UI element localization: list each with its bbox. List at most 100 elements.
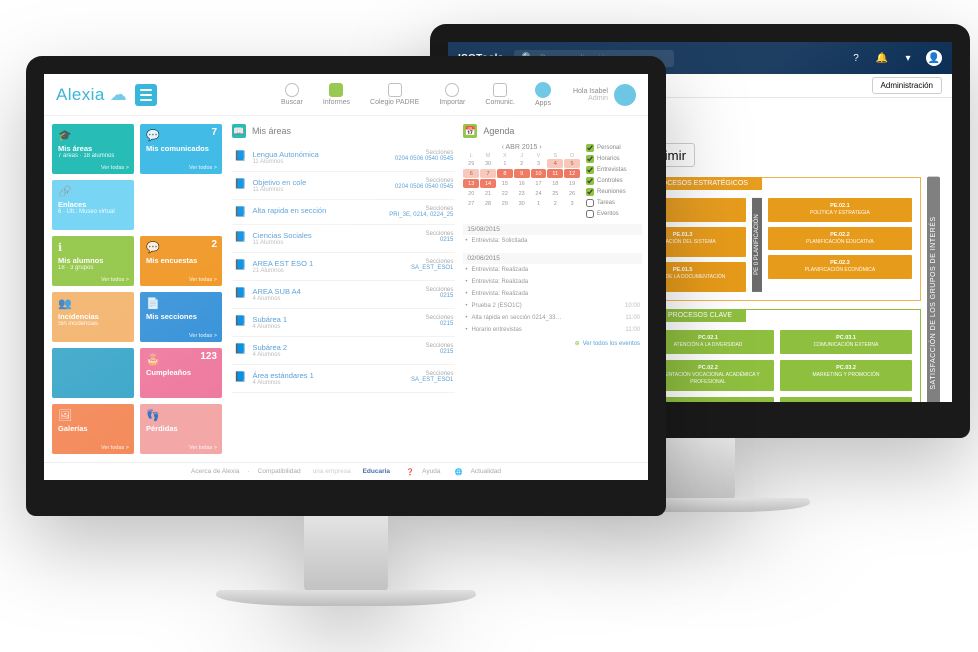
agenda-item[interactable]: •Prueba 2 (ESO1C)10:00 — [463, 300, 642, 312]
calendar-day[interactable]: 21 — [480, 189, 496, 198]
footer-compat[interactable]: Compatibilidad — [258, 468, 301, 475]
calendar-day[interactable]: 9 — [514, 169, 530, 178]
tile-mis-comunicados[interactable]: 💬Mis comunicados7Ver todos > — [140, 124, 222, 174]
tile-more-link[interactable]: Ver todos > — [189, 165, 217, 171]
calendar-day[interactable]: 2 — [547, 199, 563, 208]
area-row[interactable]: 📘Subárea 24 AlumnosSecciones0215 — [232, 337, 455, 365]
tile-more-link[interactable]: Ver todas > — [189, 277, 217, 283]
tile-more-link[interactable]: Ver todas > — [189, 333, 217, 339]
calendar-day[interactable]: 29 — [497, 199, 513, 208]
calendar-day[interactable]: 22 — [497, 189, 513, 198]
chevron-right-icon[interactable]: › — [537, 144, 541, 151]
tile-mis-áreas[interactable]: 🎓Mis áreas7 áreas · 18 alumnosVer todas … — [52, 124, 134, 174]
calendar-day[interactable]: 13 — [463, 179, 479, 188]
calendar-day[interactable]: 20 — [463, 189, 479, 198]
tile-more-link[interactable]: Ver todas > — [101, 165, 129, 171]
legend-checkbox[interactable] — [586, 188, 594, 196]
calendar-day[interactable]: 6 — [463, 169, 479, 178]
calendar-day[interactable]: 24 — [531, 189, 547, 198]
legend-entrevistas[interactable]: Entrevistas — [586, 166, 642, 174]
area-row[interactable]: 📘Área estándares 14 AlumnosSeccionesSA_E… — [232, 365, 455, 393]
calendar-day[interactable]: 2 — [514, 159, 530, 168]
area-row[interactable]: 📘Subárea 14 AlumnosSecciones0215 — [232, 309, 455, 337]
legend-reuniones[interactable]: Reuniones — [586, 188, 642, 196]
calendar-day[interactable]: 7 — [480, 169, 496, 178]
tile-more-link[interactable]: Ver todas > — [189, 445, 217, 451]
bell-icon[interactable]: 🔔 — [874, 50, 890, 66]
tile-cumpleaños[interactable]: 🎂Cumpleaños123 — [140, 348, 222, 398]
legend-personal[interactable]: Personal — [586, 144, 642, 152]
nav-importar[interactable]: Importar — [439, 83, 465, 106]
calendar-day[interactable]: 18 — [547, 179, 563, 188]
map-cell[interactable]: PE.02.3PLANIFICACIÓN ECONÓMICA — [768, 255, 912, 279]
tile-more-link[interactable]: Ver todas > — [101, 445, 129, 451]
calendar-day[interactable]: 4 — [547, 159, 563, 168]
calendar-day[interactable]: 27 — [463, 199, 479, 208]
legend-checkbox[interactable] — [586, 177, 594, 185]
legend-checkbox[interactable] — [586, 155, 594, 163]
help-icon[interactable]: ? — [848, 50, 864, 66]
tile-galerías[interactable]: 🖼GaleríasVer todas > — [52, 404, 134, 454]
admin-button[interactable]: Administración — [872, 77, 942, 94]
tile-enlaces[interactable]: 🔗Enlaces6 · Últ.: Museo virtual — [52, 180, 134, 230]
user-area[interactable]: Hola Isabel Admin — [573, 84, 636, 106]
agenda-item[interactable]: •Entrevista: Realizada — [463, 276, 642, 288]
footer-news[interactable]: Actualidad — [471, 468, 501, 475]
calendar-day[interactable]: 3 — [564, 199, 580, 208]
calendar-day[interactable]: 17 — [531, 179, 547, 188]
area-row[interactable]: 📘Alta rapida en secciónSeccionesPRI_3E, … — [232, 200, 455, 225]
nav-buscar[interactable]: Buscar — [281, 83, 303, 106]
nav-comunic[interactable]: Comunic. — [485, 83, 515, 106]
calendar-day[interactable]: 3 — [531, 159, 547, 168]
legend-checkbox[interactable] — [586, 144, 594, 152]
tile-mis-secciones[interactable]: 📄Mis seccionesVer todas > — [140, 292, 222, 342]
area-row[interactable]: 📘Lengua Autonómica11 AlumnosSecciones020… — [232, 144, 455, 172]
area-row[interactable]: 📘Ciencias Sociales11 AlumnosSecciones021… — [232, 225, 455, 253]
hamburger-button[interactable] — [135, 84, 157, 106]
calendar-day[interactable]: 30 — [514, 199, 530, 208]
calendar-grid[interactable]: ‹ ABR 2015 › LMXJVSD 2930123456789101112… — [463, 144, 580, 218]
calendar-day[interactable]: 26 — [564, 189, 580, 198]
area-row[interactable]: 📘Objetivo en cole11 AlumnosSecciones0204… — [232, 172, 455, 200]
caret-down-icon[interactable]: ▾ — [900, 50, 916, 66]
calendar-day[interactable]: 28 — [480, 199, 496, 208]
legend-checkbox[interactable] — [586, 199, 594, 207]
calendar-day[interactable]: 12 — [564, 169, 580, 178]
agenda-item[interactable]: •Entrevista: Realizada — [463, 264, 642, 276]
map-cell[interactable]: PC.03.2MARKETING Y PROMOCIÓN — [780, 360, 912, 391]
calendar-day[interactable]: 8 — [497, 169, 513, 178]
legend-eventos[interactable]: Eventos — [586, 210, 642, 218]
agenda-item[interactable]: •Horario entrevistas11:00 — [463, 324, 642, 336]
legend-checkbox[interactable] — [586, 166, 594, 174]
map-cell[interactable]: PC.04ALIANZAS — [780, 397, 912, 402]
tile-mis-alumnos[interactable]: ℹMis alumnos18 · 3 gruposVer todos > — [52, 236, 134, 286]
legend-controles[interactable]: Controles — [586, 177, 642, 185]
agenda-item[interactable]: •Alta rápida en sección 0214_33…11:00 — [463, 312, 642, 324]
footer-help[interactable]: Ayuda — [422, 468, 440, 475]
area-row[interactable]: 📘AREA SUB A44 AlumnosSecciones0215 — [232, 281, 455, 309]
legend-tareas[interactable]: Tareas — [586, 199, 642, 207]
legend-checkbox[interactable] — [586, 210, 594, 218]
calendar-day[interactable]: 30 — [480, 159, 496, 168]
calendar-day[interactable]: 10 — [531, 169, 547, 178]
calendar-day[interactable]: 11 — [547, 169, 563, 178]
calendar-day[interactable]: 15 — [497, 179, 513, 188]
agenda-item[interactable]: •Entrevista: Solicitada — [463, 235, 642, 247]
user-avatar[interactable]: 👤 — [926, 50, 942, 66]
nav-colegio[interactable]: Colegio PADRE — [370, 83, 419, 106]
footer-about[interactable]: Acerca de Alexia — [191, 468, 239, 475]
calendar-day[interactable]: 29 — [463, 159, 479, 168]
calendar-day[interactable]: 1 — [531, 199, 547, 208]
calendar-day[interactable]: 25 — [547, 189, 563, 198]
calendar-day[interactable]: 14 — [480, 179, 496, 188]
tile-more-link[interactable]: Ver todos > — [101, 277, 129, 283]
map-cell[interactable]: PC.03.1COMUNICACIÓN EXTERNA — [780, 330, 912, 354]
tile-incidencias[interactable]: 👥IncidenciasSin incidencias — [52, 292, 134, 342]
see-all-events-link[interactable]: ⊕ Ver todos los eventos — [463, 336, 642, 351]
nav-informes[interactable]: Informes — [323, 83, 350, 106]
area-row[interactable]: 📘AREA EST ESO 121 AlumnosSeccionesSA_EST… — [232, 253, 455, 281]
nav-apps[interactable]: Apps — [535, 82, 551, 107]
legend-horarios[interactable]: Horarios — [586, 155, 642, 163]
calendar-day[interactable]: 19 — [564, 179, 580, 188]
map-cell[interactable]: PE.02.2PLANIFICACIÓN EDUCATIVA — [768, 227, 912, 251]
